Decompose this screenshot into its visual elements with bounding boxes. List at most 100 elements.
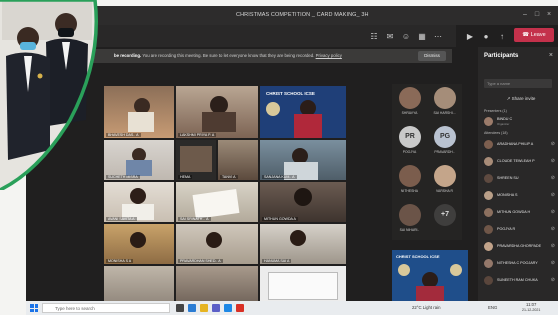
leave-label: Leave (530, 32, 546, 38)
video-tile: TANVI A (218, 140, 258, 180)
gallery-strip: SHRAVYA SAI HARSHI... PR POOJYA PG PRAVA… (392, 84, 462, 240)
avatar (484, 259, 493, 268)
avatar (484, 174, 493, 183)
mic-muted-icon: ⊘ (550, 226, 555, 232)
chrome-icon[interactable] (236, 304, 244, 312)
participant-name: PRAVARDHA GHORPADE (497, 244, 542, 248)
gallery-tile[interactable]: SAI NIHARI.. (392, 201, 427, 239)
video-tile: SANJANA KUM.. A (260, 140, 346, 180)
gallery-tile[interactable]: PG PRAVARDH.. (427, 123, 462, 161)
avatar (484, 225, 493, 234)
video-tile: MITHUN GOWDA A (260, 182, 346, 222)
participant-name: BHAVESH DAS.. A (106, 133, 141, 137)
clock-time[interactable]: 11:07 (526, 302, 536, 307)
presenter-card: CHRIST SCHOOL ICSE (392, 250, 468, 308)
maximize-icon[interactable]: □ (532, 10, 542, 20)
video-tile: SAI SRINATH .. A (176, 182, 258, 222)
participant-name: CLOUDE TEWLEAH P (497, 159, 535, 163)
gallery-tile[interactable]: SAI HARSHI... (427, 84, 462, 122)
participant-name: TANVI A (220, 175, 238, 179)
taskbar-search-input[interactable]: Type here to search (42, 303, 170, 313)
attendees-heading: Attendees (18) (484, 131, 508, 135)
mic-muted-icon: ⊘ (550, 192, 555, 198)
chat-icon[interactable]: ✉ (384, 31, 396, 43)
gallery-name: NITHESHA (400, 189, 419, 193)
video-tile (104, 266, 174, 306)
share-invite-button[interactable]: ↗ Share invite (498, 94, 544, 103)
participant-name: MONISHA S (497, 193, 518, 197)
participant-row[interactable]: CLOUDE TEWLEAH P ⊘ (484, 156, 556, 166)
mic-muted-icon: ⊘ (550, 243, 555, 249)
gallery-name: SAI NIHARI.. (399, 228, 420, 232)
participants-icon[interactable]: ☷ (368, 31, 380, 43)
video-tile: LAKSHMI PRIYA P. A (176, 86, 258, 138)
close-icon[interactable]: × (544, 10, 554, 20)
overflow-count: +7 (434, 204, 456, 226)
video-grid: BHAVESH DAS.. A LAKSHMI PRIYA P. A CHRIS… (104, 86, 392, 308)
avatar (484, 276, 493, 285)
more-icon[interactable]: ⋯ (432, 31, 444, 43)
store-icon[interactable] (224, 304, 232, 312)
close-panel-icon[interactable]: × (549, 52, 553, 59)
clock-date[interactable]: 21-12-2021 (522, 308, 540, 312)
school-title: CHRIST SCHOOL ICSE (266, 91, 315, 96)
mic-muted-icon: ⊘ (550, 175, 555, 181)
participant-name: MONISHA S A (106, 259, 134, 263)
video-tile: SAI HARSHITH A (176, 266, 258, 306)
participant-search-input[interactable]: Type a name (484, 79, 552, 88)
privacy-policy-link[interactable]: Privacy policy (316, 53, 342, 58)
file-explorer-icon[interactable] (200, 304, 208, 312)
gallery-tile[interactable]: SHRAVYA (392, 84, 427, 122)
video-tile: SUCHETH MISRA (104, 140, 174, 180)
gallery-tile[interactable]: NITHESHA (392, 162, 427, 200)
participant-name: SUCHETH MISRA (106, 175, 140, 179)
avatar-initials: PG (434, 126, 456, 148)
reactions-icon[interactable]: ☺ (400, 31, 412, 43)
gallery-tile[interactable]: VARSHA R (427, 162, 462, 200)
recording-banner: be recording. You are recording this mee… (92, 49, 452, 63)
avatar (484, 208, 493, 217)
recording-text: You are recording this meeting. Be sure … (141, 53, 315, 58)
gallery-name: SAI HARSHI... (433, 111, 456, 115)
participant-name: SHREEN SU (497, 176, 519, 180)
mic-muted-icon: ⊘ (550, 209, 555, 215)
task-view-icon[interactable] (176, 304, 184, 312)
participant-row[interactable]: MITHUN GOWDA H ⊘ (484, 207, 556, 217)
gallery-overflow[interactable]: +7 (427, 201, 462, 239)
participant-row[interactable]: MONISHA S ⊘ (484, 190, 556, 200)
avatar (484, 117, 493, 126)
participant-name: POOJYA R (497, 227, 516, 231)
participant-row[interactable]: POOJYA R ⊘ (484, 224, 556, 234)
language-indicator[interactable]: ENG (488, 305, 497, 310)
leave-button[interactable]: ☎ Leave (514, 28, 554, 42)
video-tile: HANUMA SAI A (260, 224, 346, 264)
edge-icon[interactable] (188, 304, 196, 312)
panel-title: Participants (484, 53, 519, 59)
participant-row[interactable]: BINDU C Organizer (484, 116, 556, 126)
avatar (434, 87, 456, 109)
participant-name: LAKSHMI PRIYA P. A (178, 133, 217, 137)
participant-row[interactable]: NITHESHA C POOJARY ⊘ (484, 258, 556, 268)
avatar (484, 140, 493, 149)
share-invite-label: Share invite (511, 96, 536, 101)
camera-icon[interactable]: ▶ (464, 31, 476, 43)
dismiss-button[interactable]: Dismiss (418, 51, 446, 61)
rooms-icon[interactable]: ▦ (416, 31, 428, 43)
participant-name: PRAVARDHAN SHED.. A (178, 259, 223, 263)
participant-row[interactable]: PRAVARDHA GHORPADE ⊘ (484, 241, 556, 251)
participant-name: HANUMA SAI A (262, 259, 292, 263)
mic-icon[interactable]: ● (480, 31, 492, 43)
participant-row[interactable]: SUNEETH RAM CHUKA ⊘ (484, 275, 556, 285)
minimize-icon[interactable]: – (520, 10, 530, 20)
presenters-heading: Presenters (1) (484, 109, 507, 113)
participant-name: SANJANA KUM.. A (262, 175, 297, 179)
participant-row[interactable]: ARADHANA PHILIP A ⊘ (484, 139, 556, 149)
participant-row[interactable]: SHREEN SU ⊘ (484, 173, 556, 183)
windows-start-icon[interactable] (30, 304, 38, 312)
gallery-name: VARSHA R (436, 189, 453, 193)
share-icon[interactable]: ↑ (496, 31, 508, 43)
weather-widget[interactable]: 22°C Light rain (412, 305, 440, 310)
taskbar: Type here to search 22°C Light rain ENG … (26, 301, 558, 315)
teams-icon[interactable] (212, 304, 220, 312)
gallery-tile[interactable]: PR POOJYA (392, 123, 427, 161)
